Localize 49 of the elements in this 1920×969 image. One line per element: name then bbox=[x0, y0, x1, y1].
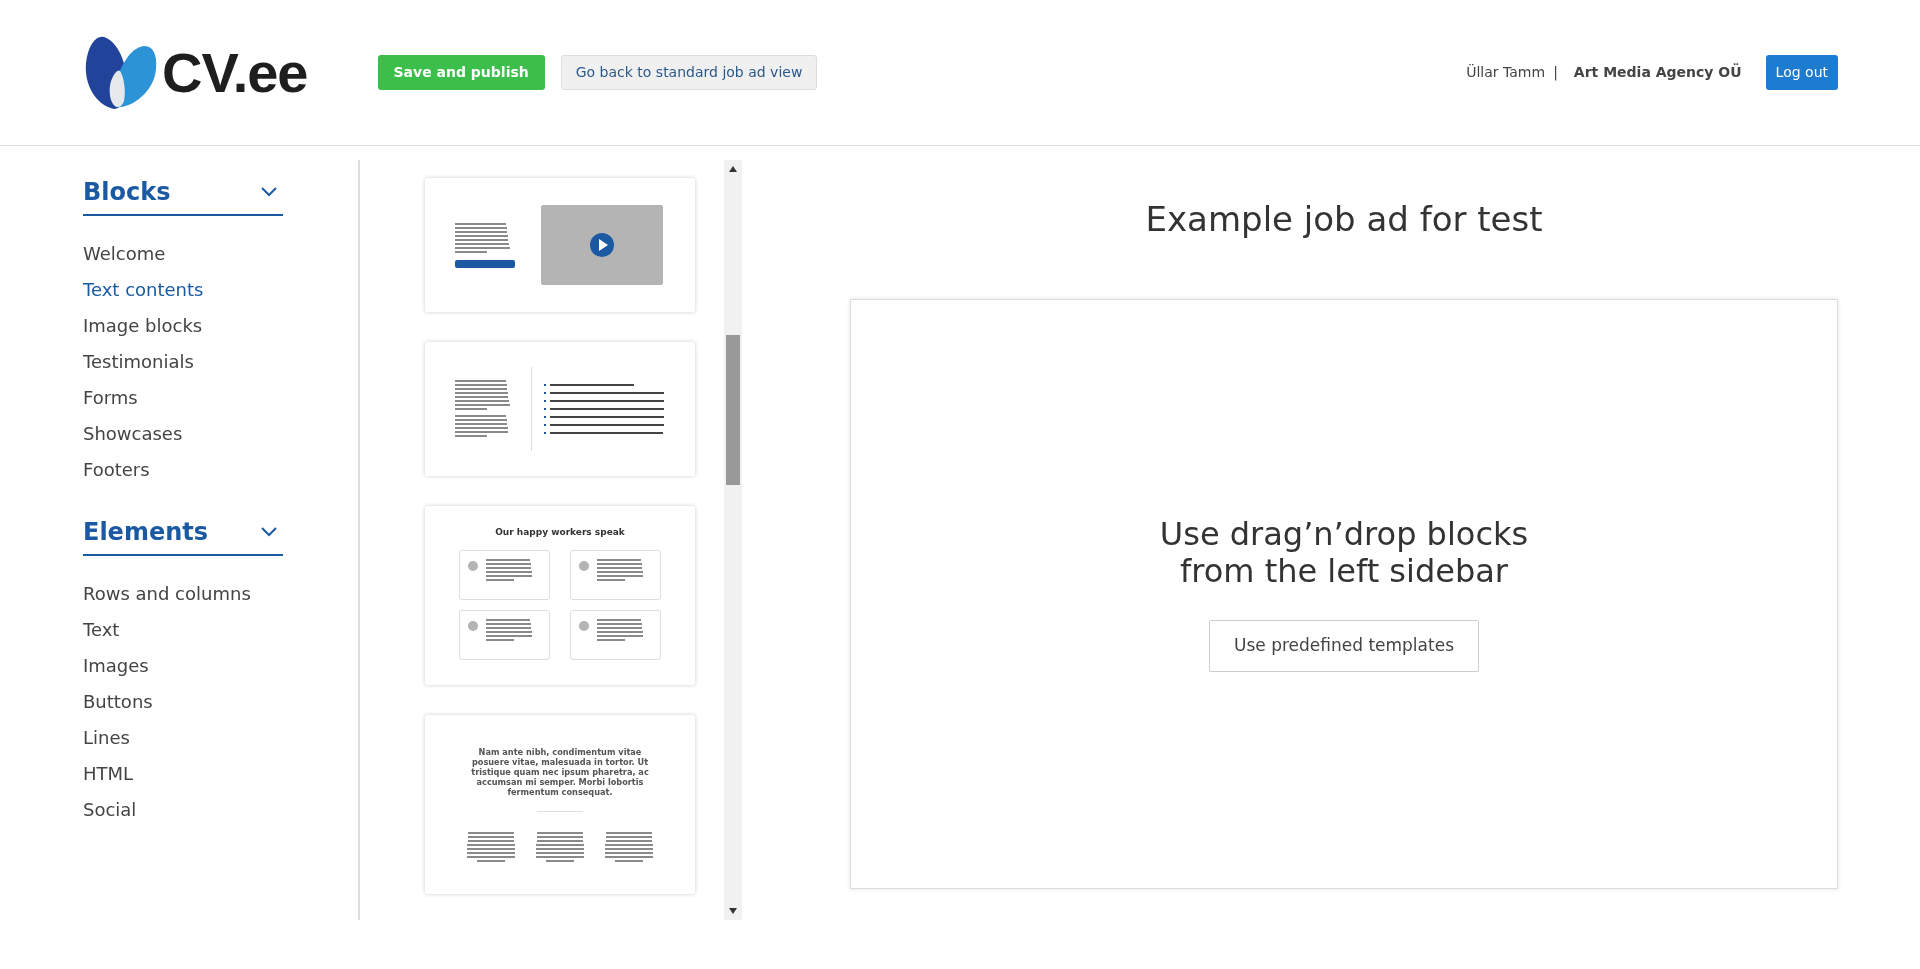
sidebar-item[interactable]: Buttons bbox=[83, 684, 153, 720]
sidebar-item[interactable]: Social bbox=[83, 792, 137, 828]
preview-heading: Nam ante nibh, condimentum vitae posuere vitae, malesuada in tortor. Ut tristique quam nec ipsum pharetra, ac accumsan mi semper. Morbi lobortis fermentum consequat. bbox=[470, 747, 650, 797]
scroll-down-icon[interactable] bbox=[729, 908, 737, 914]
block-preview-card[interactable] bbox=[425, 178, 695, 312]
sidebar-item[interactable]: Forms bbox=[83, 380, 138, 416]
scrollbar-thumb[interactable] bbox=[726, 335, 740, 485]
block-preview-card[interactable]: Nam ante nibh, condimentum vitae posuere vitae, malesuada in tortor. Ut tristique quam nec ipsum pharetra, ac accumsan mi semper. Morbi lobortis fermentum consequat. bbox=[425, 715, 695, 894]
text-lines-drawing bbox=[465, 832, 517, 864]
chevron-icon[interactable] bbox=[261, 527, 277, 537]
preview-title: Our happy workers speak bbox=[494, 526, 626, 539]
avatar-circle bbox=[468, 560, 478, 571]
user-name: Üllar Tamm bbox=[1466, 63, 1546, 82]
section-title: Blocks bbox=[83, 177, 171, 208]
sidebar-item[interactable]: Text contents bbox=[83, 272, 204, 308]
sidebar-item[interactable]: Testimonials bbox=[83, 344, 194, 380]
avatar-circle bbox=[468, 620, 478, 631]
sidebar-item[interactable]: Lines bbox=[83, 720, 130, 756]
page-title: Example job ad for test bbox=[1144, 198, 1544, 241]
avatar-circle bbox=[579, 560, 589, 571]
sidebar-item[interactable]: Footers bbox=[83, 452, 150, 488]
logout-button[interactable]: Log out bbox=[1765, 55, 1838, 90]
scrollbar[interactable] bbox=[724, 160, 742, 920]
chevron-icon[interactable] bbox=[261, 187, 277, 197]
sidebar-item[interactable]: HTML bbox=[83, 756, 134, 792]
sidebar-item[interactable]: Image blocks bbox=[83, 308, 203, 344]
logo-icon bbox=[84, 34, 158, 111]
avatar-circle bbox=[579, 620, 589, 631]
sidebar-item[interactable]: Rows and columns bbox=[83, 576, 251, 612]
block-preview-card[interactable]: Our happy workers speak bbox=[425, 506, 695, 685]
text-lines-drawing bbox=[455, 222, 513, 253]
text-lines-drawing bbox=[534, 832, 586, 864]
play-icon bbox=[590, 233, 614, 257]
logo-text: CV.ee bbox=[162, 39, 308, 106]
sidebar-item[interactable]: Welcome bbox=[83, 236, 166, 272]
block-preview-card[interactable] bbox=[425, 342, 695, 476]
sidebar-item[interactable]: Showcases bbox=[83, 416, 183, 452]
templates-button[interactable]: Use predefined templates bbox=[1209, 620, 1479, 672]
preview-button-drawing bbox=[455, 259, 515, 268]
back-button[interactable]: Go back to standard job ad view bbox=[560, 55, 818, 90]
scroll-up-icon[interactable] bbox=[729, 166, 737, 172]
section-title: Elements bbox=[83, 517, 209, 548]
text-lines-drawing bbox=[603, 832, 655, 864]
sidebar-item[interactable]: Text bbox=[83, 612, 120, 648]
text-lines-drawing bbox=[455, 379, 513, 410]
company-name: Art Media Agency OÜ bbox=[1573, 62, 1742, 82]
separator: | bbox=[1553, 63, 1558, 83]
sidebar-item[interactable]: Images bbox=[83, 648, 149, 684]
canvas-message: Use drag’n’drop blocks from the left sidebar bbox=[1159, 516, 1529, 591]
